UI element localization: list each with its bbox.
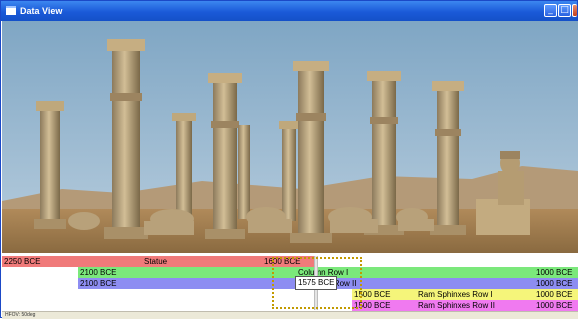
timeline-bar-ram-sphinxes-row-2[interactable]: 1500 BCE Ram Sphinxes Row II 1000 BCE xyxy=(352,300,578,311)
bar-title: Ram Sphinxes Row I xyxy=(418,290,493,299)
column-6 xyxy=(279,121,299,221)
close-button[interactable] xyxy=(572,4,577,17)
title-bar[interactable]: Data View _ □ xyxy=(1,1,577,21)
bar-title: Ram Sphinxes Row II xyxy=(418,301,495,310)
column-5 xyxy=(238,125,250,219)
window-title: Data View xyxy=(20,6,63,16)
bar-end-label: 1000 BCE xyxy=(536,268,573,277)
maximize-button[interactable]: □ xyxy=(558,4,571,17)
bar-end-label: 1000 BCE xyxy=(536,290,573,299)
temple-scene xyxy=(2,21,578,253)
timeline-bar-ram-sphinxes-row-1[interactable]: 1500 BCE Ram Sphinxes Row I 1000 BCE xyxy=(352,289,578,300)
bar-start-label: 2100 BCE xyxy=(80,268,117,277)
bar-end-label: 1000 BCE xyxy=(536,279,573,288)
window-icon xyxy=(6,6,16,15)
bar-end-label: 1000 BCE xyxy=(536,301,573,310)
bar-title: Statue xyxy=(144,257,168,266)
3d-viewport[interactable] xyxy=(2,21,578,253)
timeline-panel[interactable]: 2250 BCE Statue 1600 BCE 2100 BCE Column… xyxy=(2,253,578,311)
cursor-date-tooltip: 1575 BCE xyxy=(295,276,338,290)
bar-start-label: 2100 BCE xyxy=(80,279,117,288)
timeline-bar-statue[interactable]: 2250 BCE Statue 1600 BCE xyxy=(2,256,314,267)
bar-start-label: 2250 BCE xyxy=(4,257,41,266)
minimize-button[interactable]: _ xyxy=(544,4,557,17)
data-view-window: Data View _ □ 2250 BCE Statue 1600 BCE 2… xyxy=(0,0,578,319)
